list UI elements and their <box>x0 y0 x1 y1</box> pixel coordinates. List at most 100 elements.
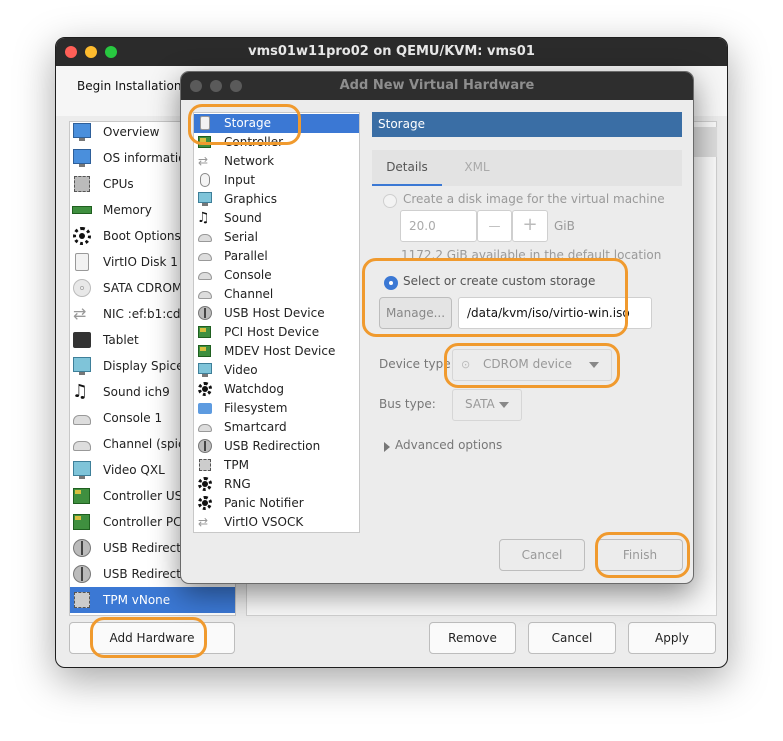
serial-port-icon <box>197 229 213 245</box>
device-type-label: TPM <box>224 458 249 472</box>
hardware-list-label: Video QXL <box>103 463 165 477</box>
begin-installation-button[interactable]: Begin Installation <box>77 79 181 93</box>
tab-xml[interactable]: XML <box>442 150 512 186</box>
tabs-bar: Details XML <box>372 150 682 186</box>
device-type-item[interactable]: Smartcard <box>194 418 359 437</box>
device-type-label: Network <box>224 154 275 168</box>
device-type-item[interactable]: ⇄ Network <box>194 152 359 171</box>
device-type-label: Panic Notifier <box>224 496 304 510</box>
network-arrows-icon: ⇄ <box>198 154 209 168</box>
device-type-label: Video <box>224 363 258 377</box>
chevron-down-icon <box>499 402 509 408</box>
size-decrement-button[interactable]: — <box>477 210 512 242</box>
device-type-item[interactable]: Console <box>194 266 359 285</box>
manage-button[interactable]: Manage... <box>379 297 452 329</box>
device-type-label: VirtIO VSOCK <box>224 515 304 529</box>
cancel-button[interactable]: Cancel <box>528 622 616 654</box>
hardware-list-label: Tablet <box>103 333 139 347</box>
custom-storage-radio[interactable] <box>384 276 398 290</box>
hardware-list-label: Sound ich9 <box>103 385 170 399</box>
device-type-item[interactable]: ⇄ VirtIO VSOCK <box>194 513 359 532</box>
close-window-button[interactable] <box>65 46 77 58</box>
controller-card-icon <box>197 324 213 340</box>
tablet-icon <box>72 330 92 350</box>
hardware-list-label: Display Spice <box>103 359 184 373</box>
device-type-item[interactable]: PCI Host Device <box>194 323 359 342</box>
device-type-value: CDROM device <box>483 357 572 371</box>
disk-icon <box>72 252 92 272</box>
device-type-item[interactable]: Filesystem <box>194 399 359 418</box>
sound-icon: ♫ <box>197 210 210 226</box>
device-type-label: Graphics <box>224 192 277 206</box>
device-type-label: RNG <box>224 477 251 491</box>
device-type-item[interactable]: Serial <box>194 228 359 247</box>
device-type-select[interactable]: ⊙ CDROM device <box>452 349 612 381</box>
add-hardware-dialog: Add New Virtual Hardware Storage Controll… <box>180 71 694 584</box>
main-window-title: vms01w11pro02 on QEMU/KVM: vms01 <box>248 44 535 59</box>
gear-icon <box>72 226 92 246</box>
tab-details[interactable]: Details <box>372 150 442 186</box>
serial-port-icon <box>197 286 213 302</box>
device-type-item[interactable]: Parallel <box>194 247 359 266</box>
device-type-label: Serial <box>224 230 258 244</box>
size-unit-label: GiB <box>554 219 575 233</box>
storage-path-input[interactable]: /data/kvm/iso/virtio-win.iso <box>458 297 652 329</box>
advanced-options-expander[interactable]: Advanced options <box>395 438 502 452</box>
device-type-label: Controller <box>224 135 284 149</box>
hardware-list-label: SATA CDROM <box>103 281 183 295</box>
controller-card-icon <box>72 512 92 532</box>
device-type-label: USB Host Device <box>224 306 325 320</box>
device-type-item[interactable]: Panic Notifier <box>194 494 359 513</box>
device-type-item[interactable]: RNG <box>194 475 359 494</box>
device-type-label: Input <box>224 173 256 187</box>
remove-button[interactable]: Remove <box>429 622 516 654</box>
dialog-titlebar: Add New Virtual Hardware <box>181 72 693 100</box>
apply-button[interactable]: Apply <box>628 622 716 654</box>
disk-size-input[interactable]: 20.0 <box>400 210 477 242</box>
serial-port-icon <box>72 434 92 454</box>
device-type-item[interactable]: Controller <box>194 133 359 152</box>
monitor-icon <box>72 148 92 168</box>
gear-icon <box>197 381 213 397</box>
device-type-label: Smartcard <box>224 420 287 434</box>
device-type-list[interactable]: Storage Controller ⇄ Network Input Graphics ♫ S… <box>193 112 360 533</box>
device-type-item[interactable]: Channel <box>194 285 359 304</box>
device-type-item[interactable]: MDEV Host Device <box>194 342 359 361</box>
device-type-item[interactable]: ♫ Sound <box>194 209 359 228</box>
zoom-window-button[interactable] <box>105 46 117 58</box>
add-hardware-button[interactable]: Add Hardware <box>69 622 235 654</box>
details-tab-body: Create a disk image for the virtual mach… <box>372 186 682 533</box>
tpm-chip-icon <box>72 590 92 610</box>
device-type-item[interactable]: TPM <box>194 456 359 475</box>
create-disk-radio[interactable] <box>383 194 397 208</box>
size-increment-button[interactable]: + <box>512 210 548 242</box>
dialog-cancel-button[interactable]: Cancel <box>499 539 585 571</box>
device-type-label: Parallel <box>224 249 268 263</box>
device-type-item[interactable]: Video <box>194 361 359 380</box>
device-type-item[interactable]: Graphics <box>194 190 359 209</box>
network-arrows-icon: ⇄ <box>198 515 209 529</box>
device-type-item[interactable]: USB Host Device <box>194 304 359 323</box>
hardware-list-item[interactable]: TPM vNone <box>70 587 235 613</box>
controller-card-icon <box>197 134 213 150</box>
dialog-minimize-button[interactable] <box>210 80 222 92</box>
device-type-item[interactable]: Watchdog <box>194 380 359 399</box>
usb-icon <box>197 305 213 321</box>
gear-icon <box>197 476 213 492</box>
dialog-zoom-button[interactable] <box>230 80 242 92</box>
finish-button[interactable]: Finish <box>597 539 683 571</box>
device-type-item[interactable]: USB Redirection <box>194 437 359 456</box>
device-type-item[interactable]: Storage <box>194 114 359 133</box>
device-type-label: PCI Host Device <box>224 325 320 339</box>
device-type-item[interactable]: Input <box>194 171 359 190</box>
dialog-close-button[interactable] <box>190 80 202 92</box>
chevron-right-icon[interactable] <box>384 442 390 452</box>
create-disk-label: Create a disk image for the virtual mach… <box>403 192 665 206</box>
storage-header: Storage <box>372 112 682 137</box>
controller-card-icon <box>197 343 213 359</box>
network-arrows-icon: ⇄ <box>73 304 87 323</box>
bus-type-select[interactable]: SATA <box>452 389 522 421</box>
minimize-window-button[interactable] <box>85 46 97 58</box>
serial-port-icon <box>197 267 213 283</box>
device-type-label: Channel <box>224 287 274 301</box>
